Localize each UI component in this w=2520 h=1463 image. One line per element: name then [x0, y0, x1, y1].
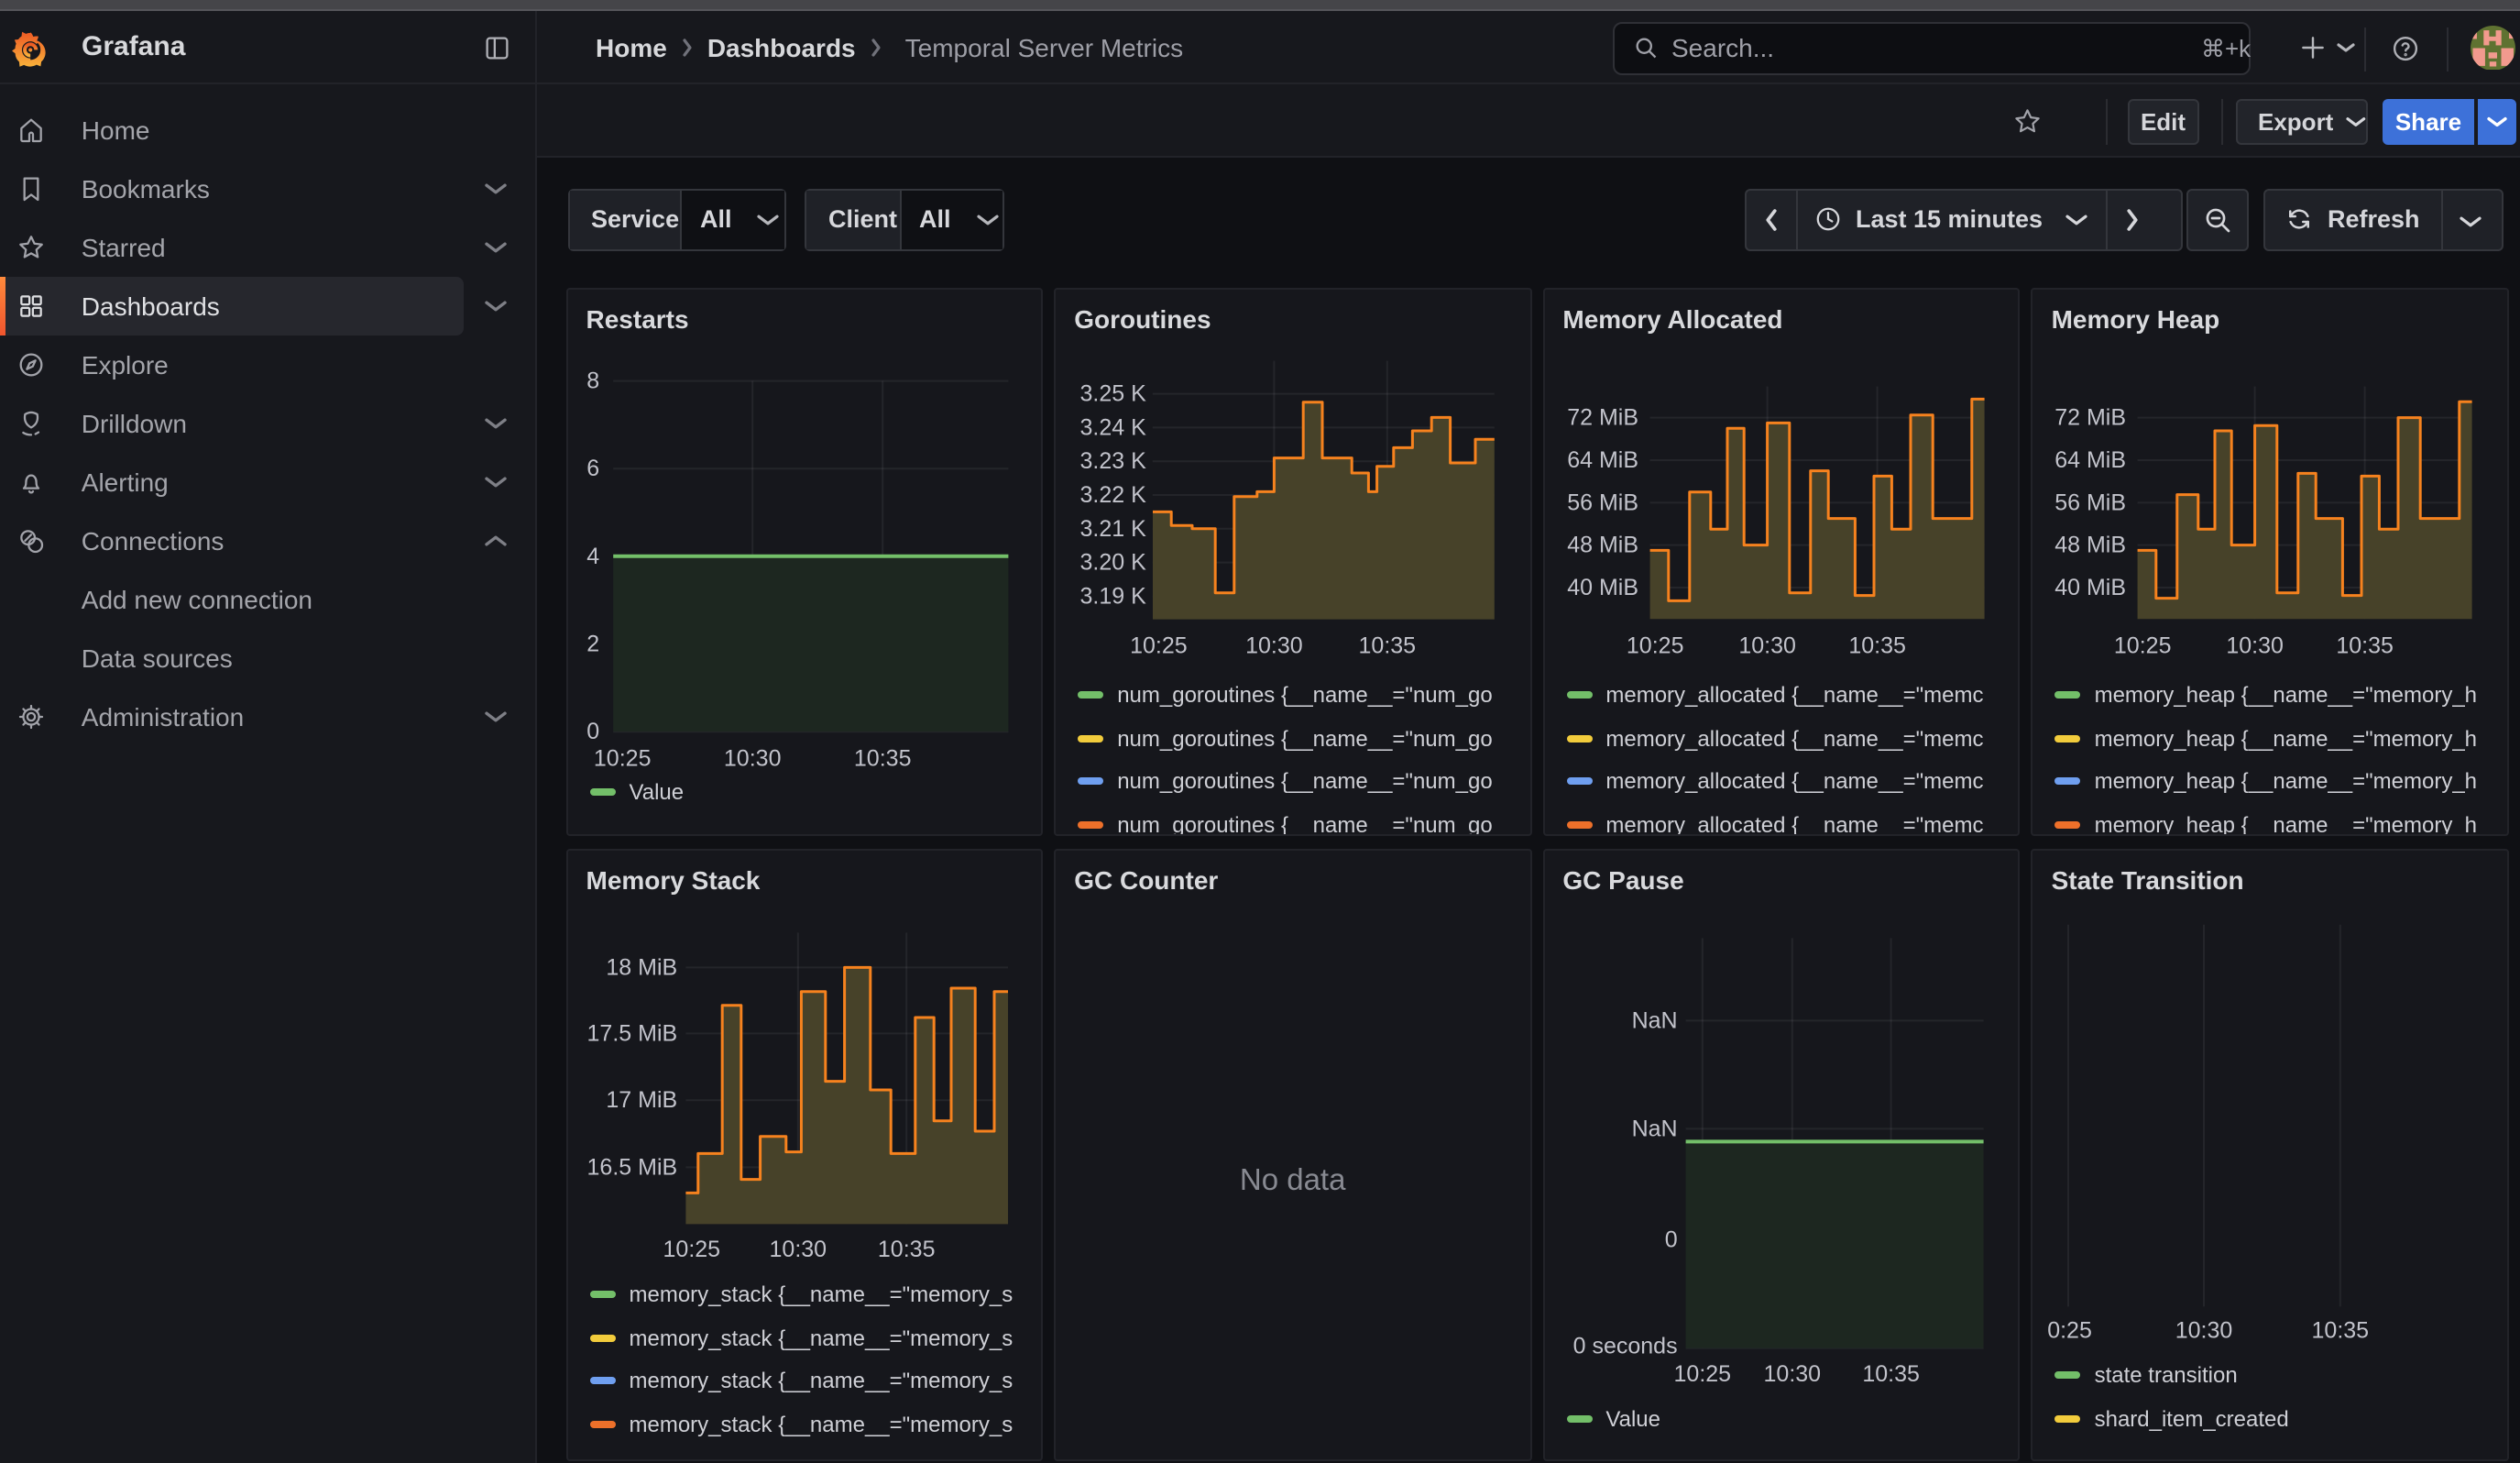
svg-text:3.23 K: 3.23 K	[1080, 449, 1147, 475]
svg-text:10:25: 10:25	[593, 746, 651, 772]
svg-text:2: 2	[586, 632, 599, 657]
svg-text:3.25 K: 3.25 K	[1080, 381, 1147, 407]
svg-text:64 MiB: 64 MiB	[2055, 447, 2127, 473]
svg-text:3.20 K: 3.20 K	[1080, 550, 1147, 576]
svg-text:10:25: 10:25	[1130, 633, 1188, 659]
svg-text:10:30: 10:30	[1763, 1362, 1821, 1388]
svg-text:40 MiB: 40 MiB	[1567, 575, 1638, 600]
svg-text:10:25: 10:25	[663, 1237, 720, 1262]
svg-text:0: 0	[586, 720, 599, 745]
svg-text:17 MiB: 17 MiB	[606, 1088, 677, 1114]
svg-text:3.22 K: 3.22 K	[1080, 482, 1147, 508]
svg-text:NaN: NaN	[1631, 1008, 1677, 1034]
svg-text:3.24 K: 3.24 K	[1080, 415, 1147, 441]
svg-text:10:30: 10:30	[723, 746, 781, 772]
svg-text:10:35: 10:35	[2312, 1318, 2370, 1344]
svg-text:6: 6	[586, 456, 599, 482]
svg-text:10:35: 10:35	[853, 746, 911, 772]
svg-text:72 MiB: 72 MiB	[2055, 405, 2127, 431]
svg-text:10:35: 10:35	[2337, 633, 2394, 659]
svg-text:64 MiB: 64 MiB	[1567, 447, 1638, 473]
svg-text:48 MiB: 48 MiB	[2055, 533, 2127, 558]
svg-text:18 MiB: 18 MiB	[606, 955, 677, 981]
svg-text:10:25: 10:25	[2115, 633, 2173, 659]
svg-text:10:35: 10:35	[1862, 1362, 1920, 1388]
svg-text:NaN: NaN	[1631, 1116, 1677, 1142]
svg-text:10:30: 10:30	[1738, 633, 1796, 659]
svg-text:56 MiB: 56 MiB	[1567, 490, 1638, 516]
svg-text:10:30: 10:30	[2175, 1318, 2233, 1344]
svg-text:10:30: 10:30	[1245, 633, 1303, 659]
svg-text:3.21 K: 3.21 K	[1080, 516, 1147, 542]
svg-text:10:25: 10:25	[1673, 1362, 1731, 1388]
svg-text:40 MiB: 40 MiB	[2055, 575, 2127, 600]
svg-text:0: 0	[1664, 1227, 1677, 1253]
svg-text:0:25: 0:25	[2048, 1318, 2093, 1344]
svg-text:4: 4	[586, 544, 599, 569]
svg-text:10:30: 10:30	[769, 1237, 827, 1262]
svg-text:17.5 MiB: 17.5 MiB	[586, 1021, 677, 1047]
svg-text:16.5 MiB: 16.5 MiB	[586, 1155, 677, 1181]
svg-text:10:35: 10:35	[1359, 633, 1417, 659]
svg-text:3.19 K: 3.19 K	[1080, 584, 1147, 610]
svg-text:10:30: 10:30	[2227, 633, 2284, 659]
svg-text:48 MiB: 48 MiB	[1567, 533, 1638, 558]
svg-text:0 seconds: 0 seconds	[1572, 1334, 1677, 1359]
svg-text:72 MiB: 72 MiB	[1567, 405, 1638, 431]
svg-text:8: 8	[586, 368, 599, 394]
svg-text:10:25: 10:25	[1626, 633, 1683, 659]
svg-text:10:35: 10:35	[877, 1237, 935, 1262]
svg-text:10:35: 10:35	[1848, 633, 1906, 659]
svg-text:56 MiB: 56 MiB	[2055, 490, 2127, 516]
